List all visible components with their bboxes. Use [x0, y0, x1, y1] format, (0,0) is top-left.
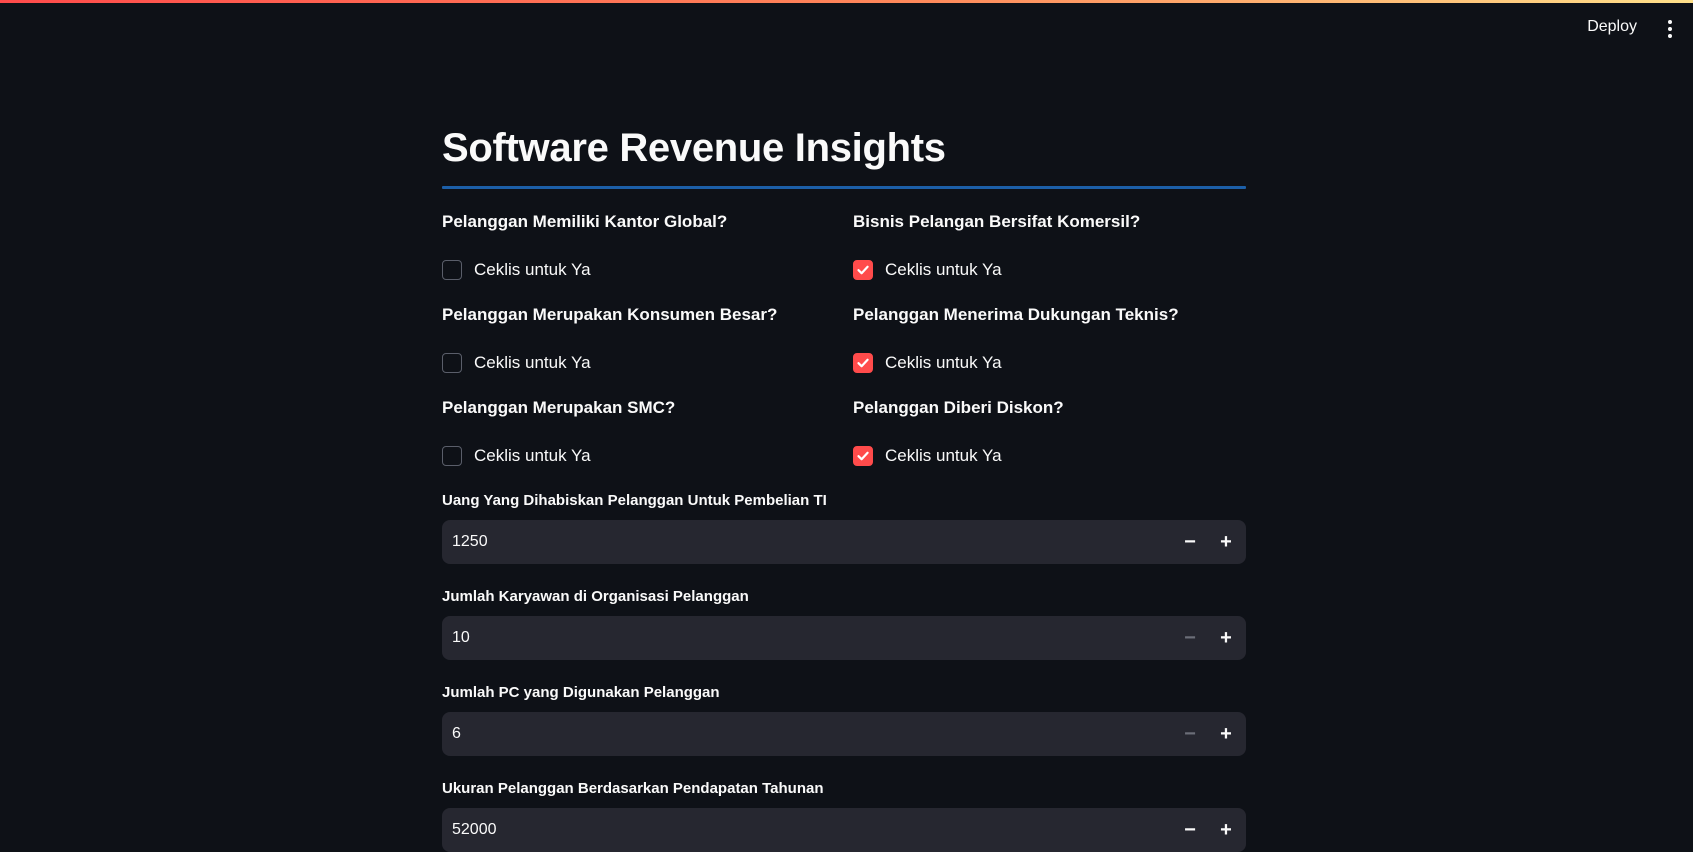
checkbox-smc[interactable]: Ceklis untuk Ya — [442, 446, 591, 466]
question-label-tech-support: Pelanggan Menerima Dukungan Teknis? — [853, 305, 1179, 324]
checkbox-commercial[interactable]: Ceklis untuk Ya — [853, 260, 1002, 280]
checkbox-global-office[interactable]: Ceklis untuk Ya — [442, 260, 591, 280]
number-label-it-spend: Uang Yang Dihabiskan Pelanggan Untuk Pem… — [442, 492, 827, 509]
decrement-button[interactable]: − — [1172, 520, 1208, 564]
checkbox-unchecked-icon[interactable] — [442, 446, 462, 466]
checkbox-label: Ceklis untuk Ya — [474, 260, 591, 279]
question-label-large-consumer: Pelanggan Merupakan Konsumen Besar? — [442, 305, 778, 324]
increment-button[interactable]: + — [1208, 520, 1244, 564]
checkbox-label: Ceklis untuk Ya — [474, 446, 591, 465]
number-input-employees-container: − + — [442, 616, 1246, 660]
increment-button[interactable]: + — [1208, 616, 1244, 660]
checkbox-discount[interactable]: Ceklis untuk Ya — [853, 446, 1002, 466]
increment-button[interactable]: + — [1208, 808, 1244, 852]
checkbox-checked-icon[interactable] — [853, 353, 873, 373]
checkbox-tech-support[interactable]: Ceklis untuk Ya — [853, 353, 1002, 373]
it-spend-input[interactable] — [442, 520, 1172, 564]
number-input-annual-revenue-container: − + — [442, 808, 1246, 852]
checkbox-label: Ceklis untuk Ya — [885, 353, 1002, 372]
app-header: Deploy — [0, 3, 1693, 53]
number-label-pcs: Jumlah PC yang Digunakan Pelanggan — [442, 684, 720, 701]
increment-button[interactable]: + — [1208, 712, 1244, 756]
pcs-input[interactable] — [442, 712, 1172, 756]
employees-input[interactable] — [442, 616, 1172, 660]
decrement-button[interactable]: − — [1172, 712, 1208, 756]
decrement-button[interactable]: − — [1172, 616, 1208, 660]
checkbox-checked-icon[interactable] — [853, 260, 873, 280]
checkbox-unchecked-icon[interactable] — [442, 260, 462, 280]
checkbox-label: Ceklis untuk Ya — [885, 260, 1002, 279]
main-menu-icon[interactable] — [1667, 20, 1673, 38]
number-label-employees: Jumlah Karyawan di Organisasi Pelanggan — [442, 588, 749, 605]
number-input-pcs-container: − + — [442, 712, 1246, 756]
annual-revenue-input[interactable] — [442, 808, 1172, 852]
checkbox-unchecked-icon[interactable] — [442, 353, 462, 373]
checkbox-large-consumer[interactable]: Ceklis untuk Ya — [442, 353, 591, 373]
deploy-button[interactable]: Deploy — [1587, 18, 1637, 36]
question-label-commercial: Bisnis Pelangan Bersifat Komersil? — [853, 212, 1141, 231]
checkbox-label: Ceklis untuk Ya — [885, 446, 1002, 465]
decrement-button[interactable]: − — [1172, 808, 1208, 852]
number-label-annual-revenue: Ukuran Pelanggan Berdasarkan Pendapatan … — [442, 780, 824, 797]
question-label-smc: Pelanggan Merupakan SMC? — [442, 398, 676, 417]
number-input-it-spend-container: − + — [442, 520, 1246, 564]
page-title: Software Revenue Insights — [442, 126, 946, 170]
checkbox-checked-icon[interactable] — [853, 446, 873, 466]
title-divider — [442, 186, 1246, 189]
checkbox-label: Ceklis untuk Ya — [474, 353, 591, 372]
question-label-global-office: Pelanggan Memiliki Kantor Global? — [442, 212, 728, 231]
question-label-discount: Pelanggan Diberi Diskon? — [853, 398, 1064, 417]
